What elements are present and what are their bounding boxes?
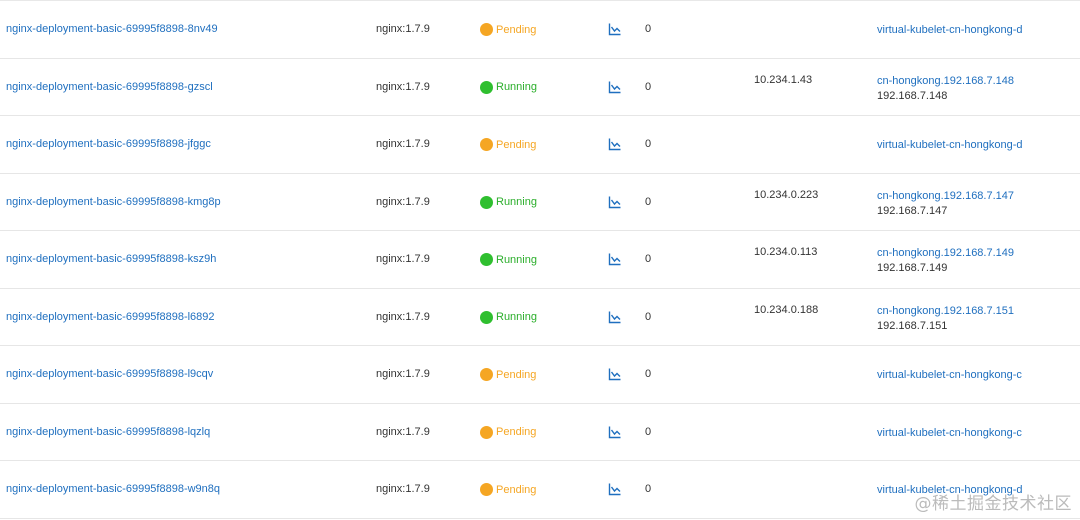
- pod-name-link[interactable]: nginx-deployment-basic-69995f8898-l6892: [6, 311, 215, 323]
- restart-count: 0: [645, 23, 652, 35]
- pod-image: nginx:1.7.9: [376, 425, 430, 438]
- pod-image: nginx:1.7.9: [376, 368, 430, 380]
- line-chart-icon[interactable]: [608, 425, 622, 439]
- node-info: virtual-kubelet-cn-hongkong-c: [877, 368, 1022, 383]
- status-dot-icon: [480, 138, 493, 151]
- pod-image: nginx:1.7.9: [376, 80, 430, 93]
- line-chart-icon[interactable]: [608, 482, 622, 496]
- pod-name-link[interactable]: nginx-deployment-basic-69995f8898-w9n8q: [6, 483, 220, 495]
- line-chart-icon[interactable]: [608, 137, 622, 151]
- pod-image: nginx:1.7.9: [376, 253, 430, 265]
- status-badge: Running: [480, 195, 537, 209]
- status-text: Running: [496, 311, 537, 323]
- pod-table: nginx-deployment-basic-69995f8898-8nv49 …: [0, 0, 1080, 520]
- pod-image: nginx:1.7.9: [376, 195, 430, 208]
- restart-count: 0: [645, 425, 652, 438]
- table-row: nginx-deployment-basic-69995f8898-8nv49 …: [0, 1, 1080, 59]
- node-name-link[interactable]: cn-hongkong.192.168.7.149: [877, 246, 1014, 261]
- pod-image: nginx:1.7.9: [376, 310, 430, 323]
- pod-ip: 10.234.0.223: [754, 188, 819, 201]
- line-chart-icon[interactable]: [608, 310, 622, 324]
- restart-count: 0: [645, 253, 652, 265]
- status-dot-icon: [480, 195, 493, 209]
- status-dot-icon: [480, 483, 493, 496]
- table-row: nginx-deployment-basic-69995f8898-ksz9h …: [0, 231, 1080, 289]
- pod-name-link[interactable]: nginx-deployment-basic-69995f8898-8nv49: [6, 23, 218, 35]
- status-dot-icon: [480, 253, 493, 266]
- status-badge: Pending: [480, 138, 536, 151]
- line-chart-icon[interactable]: [608, 195, 622, 209]
- status-dot-icon: [480, 368, 493, 381]
- status-text: Pending: [496, 368, 537, 381]
- status-dot-icon: [480, 23, 493, 36]
- line-chart-icon[interactable]: [608, 80, 622, 94]
- status-text: Pending: [496, 426, 537, 438]
- pod-image: nginx:1.7.9: [376, 23, 430, 35]
- pod-name-link[interactable]: nginx-deployment-basic-69995f8898-ksz9h: [6, 253, 216, 265]
- pod-name-link[interactable]: nginx-deployment-basic-69995f8898-kmg8p: [6, 196, 221, 208]
- node-ip: 192.168.7.151: [877, 319, 948, 332]
- table-row: nginx-deployment-basic-69995f8898-gzscl …: [0, 59, 1080, 116]
- node-info: cn-hongkong.192.168.7.149 192.168.7.149: [877, 246, 1014, 276]
- pod-name-link[interactable]: nginx-deployment-basic-69995f8898-l9cqv: [6, 368, 213, 380]
- watermark-text: @稀土掘金技术社区: [914, 494, 1072, 514]
- pod-name-link[interactable]: nginx-deployment-basic-69995f8898-jfggc: [6, 138, 211, 150]
- pod-ip: 10.234.0.113: [754, 246, 818, 258]
- node-name-link[interactable]: virtual-kubelet-cn-hongkong-d: [877, 138, 1023, 153]
- node-info: cn-hongkong.192.168.7.151 192.168.7.151: [877, 304, 1014, 334]
- restart-count: 0: [645, 195, 652, 208]
- pod-name-link[interactable]: nginx-deployment-basic-69995f8898-gzscl: [6, 81, 213, 93]
- status-badge: Running: [480, 80, 537, 94]
- node-name-link[interactable]: virtual-kubelet-cn-hongkong-c: [877, 426, 1022, 441]
- watermark: @稀土掘金技术社区: [915, 489, 1073, 514]
- node-info: cn-hongkong.192.168.7.148 192.168.7.148: [877, 74, 1014, 104]
- status-text: Running: [496, 253, 537, 266]
- table-row: nginx-deployment-basic-69995f8898-l9cqv …: [0, 346, 1080, 404]
- status-badge: Running: [480, 310, 537, 324]
- restart-count: 0: [645, 138, 652, 150]
- status-badge: Running: [480, 253, 537, 266]
- table-row: nginx-deployment-basic-69995f8898-kmg8p …: [0, 174, 1080, 231]
- node-info: cn-hongkong.192.168.7.147 192.168.7.147: [877, 189, 1014, 219]
- pod-ip: 10.234.1.43: [754, 73, 813, 86]
- restart-count: 0: [645, 368, 652, 380]
- table-row: nginx-deployment-basic-69995f8898-jfggc …: [0, 116, 1080, 174]
- pod-ip: 10.234.0.188: [754, 303, 819, 316]
- node-name-link[interactable]: cn-hongkong.192.168.7.147: [877, 189, 1014, 204]
- node-info: virtual-kubelet-cn-hongkong-d: [877, 138, 1023, 153]
- node-ip: 192.168.7.148: [877, 89, 948, 102]
- pod-name-link[interactable]: nginx-deployment-basic-69995f8898-lqzlq: [6, 426, 210, 438]
- pod-image: nginx:1.7.9: [376, 138, 430, 150]
- table-row: nginx-deployment-basic-69995f8898-lqzlq …: [0, 404, 1080, 461]
- status-text: Pending: [496, 138, 537, 151]
- status-badge: Pending: [480, 23, 536, 36]
- line-chart-icon[interactable]: [608, 252, 622, 266]
- pod-image: nginx:1.7.9: [376, 483, 430, 495]
- status-badge: Pending: [480, 483, 536, 496]
- node-info: virtual-kubelet-cn-hongkong-c: [877, 426, 1022, 441]
- restart-count: 0: [645, 80, 652, 93]
- node-name-link[interactable]: cn-hongkong.192.168.7.148: [877, 74, 1014, 89]
- status-badge: Pending: [480, 368, 536, 381]
- status-dot-icon: [480, 80, 493, 94]
- table-row: nginx-deployment-basic-69995f8898-l6892 …: [0, 289, 1080, 346]
- status-text: Pending: [496, 483, 537, 496]
- status-text: Running: [496, 81, 537, 93]
- node-name-link[interactable]: virtual-kubelet-cn-hongkong-c: [877, 368, 1022, 383]
- node-name-link[interactable]: virtual-kubelet-cn-hongkong-d: [877, 23, 1023, 38]
- status-dot-icon: [480, 425, 493, 439]
- node-info: virtual-kubelet-cn-hongkong-d: [877, 23, 1023, 38]
- node-ip: 192.168.7.147: [877, 204, 948, 217]
- restart-count: 0: [645, 310, 652, 323]
- status-text: Pending: [496, 23, 537, 36]
- status-text: Running: [496, 196, 537, 208]
- status-badge: Pending: [480, 425, 537, 439]
- restart-count: 0: [645, 483, 652, 495]
- node-name-link[interactable]: cn-hongkong.192.168.7.151: [877, 304, 1014, 319]
- line-chart-icon[interactable]: [608, 22, 622, 36]
- line-chart-icon[interactable]: [608, 367, 622, 381]
- node-ip: 192.168.7.149: [877, 262, 948, 274]
- status-dot-icon: [480, 310, 493, 324]
